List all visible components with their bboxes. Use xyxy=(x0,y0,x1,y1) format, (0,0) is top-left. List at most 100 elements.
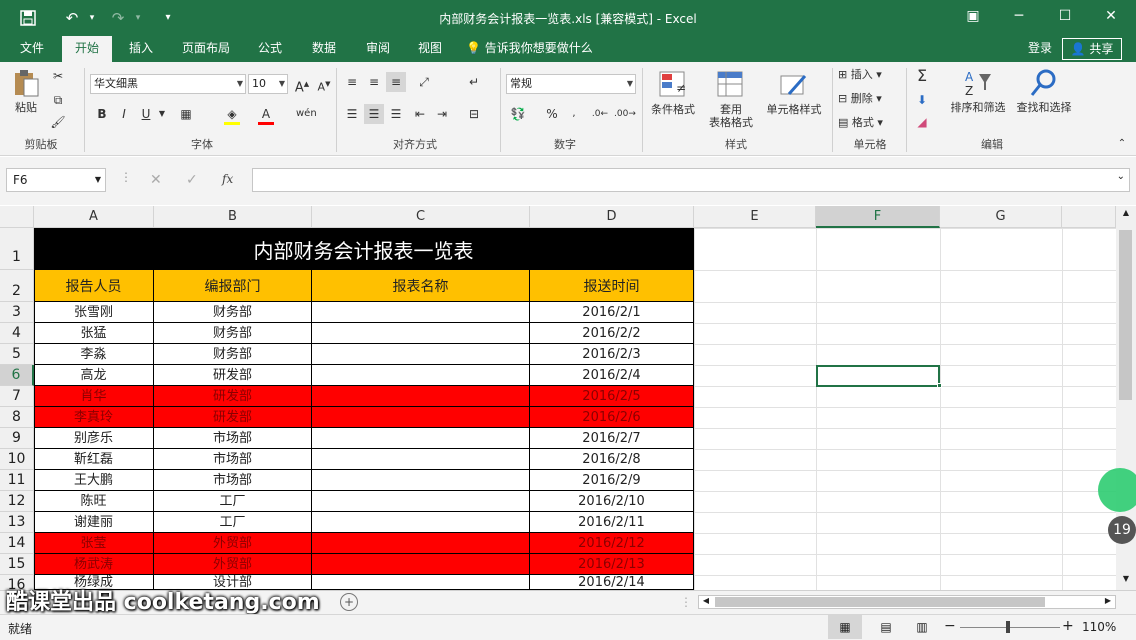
comma-icon[interactable]: , xyxy=(564,104,584,124)
column-header-a[interactable]: A xyxy=(34,206,154,228)
increase-indent-icon[interactable]: ⇥ xyxy=(432,104,452,124)
row-header-11[interactable]: 11 xyxy=(0,470,34,491)
insert-function-icon[interactable]: fx xyxy=(222,172,233,186)
header-cell[interactable]: 报告人员 xyxy=(34,270,154,302)
row-header-4[interactable]: 4 xyxy=(0,323,34,344)
fill-handle[interactable] xyxy=(937,383,942,388)
table-cell-date[interactable]: 2016/2/9 xyxy=(530,470,694,491)
paste-button[interactable]: 粘贴 xyxy=(6,68,46,128)
table-cell-report[interactable] xyxy=(312,428,530,449)
page-break-view-icon[interactable]: ▥ xyxy=(908,615,936,639)
table-cell-dept[interactable]: 财务部 xyxy=(154,302,312,323)
tab-page-layout[interactable]: 页面布局 xyxy=(172,36,240,62)
table-cell-dept[interactable]: 工厂 xyxy=(154,512,312,533)
table-cell-name[interactable]: 张莹 xyxy=(34,533,154,554)
select-all-corner[interactable] xyxy=(0,206,34,228)
align-bottom-icon[interactable]: ≡ xyxy=(386,72,406,92)
zoom-slider-thumb[interactable] xyxy=(1006,621,1010,633)
column-header-e[interactable]: E xyxy=(694,206,816,228)
table-cell-dept[interactable]: 工厂 xyxy=(154,491,312,512)
table-cell-dept[interactable]: 研发部 xyxy=(154,365,312,386)
table-cell-name[interactable]: 王大鹏 xyxy=(34,470,154,491)
font-name-select[interactable]: 华文细黑 ▼ xyxy=(90,74,246,94)
table-cell-name[interactable]: 陈旺 xyxy=(34,491,154,512)
cut-icon[interactable]: ✂ xyxy=(48,66,68,86)
table-cell-dept[interactable]: 市场部 xyxy=(154,470,312,491)
autosum-icon[interactable]: Σ xyxy=(912,66,932,86)
table-cell-report[interactable] xyxy=(312,344,530,365)
delete-cells-button[interactable]: ⊟ 删除 ▾ xyxy=(838,92,900,105)
italic-button[interactable]: I xyxy=(114,104,134,124)
minimize-icon[interactable]: ─ xyxy=(996,0,1042,32)
table-cell-report[interactable] xyxy=(312,449,530,470)
increase-decimal-icon[interactable]: .0← xyxy=(590,104,610,124)
table-cell-report[interactable] xyxy=(312,323,530,344)
row-header-5[interactable]: 5 xyxy=(0,344,34,365)
add-sheet-icon[interactable]: + xyxy=(340,593,358,611)
header-cell[interactable]: 报送时间 xyxy=(530,270,694,302)
table-cell-date[interactable]: 2016/2/4 xyxy=(530,365,694,386)
table-cell-dept[interactable]: 研发部 xyxy=(154,386,312,407)
table-cell-name[interactable]: 谢建丽 xyxy=(34,512,154,533)
format-cells-button[interactable]: ▤ 格式 ▾ xyxy=(838,116,900,129)
column-header-g[interactable]: G xyxy=(940,206,1062,228)
table-cell-dept[interactable]: 财务部 xyxy=(154,323,312,344)
row-header-15[interactable]: 15 xyxy=(0,554,34,575)
insert-cells-button[interactable]: ⊞ 插入 ▾ xyxy=(838,68,900,81)
table-cell-name[interactable]: 高龙 xyxy=(34,365,154,386)
align-middle-icon[interactable]: ≡ xyxy=(364,72,384,92)
table-cell-report[interactable] xyxy=(312,407,530,428)
maximize-icon[interactable]: ☐ xyxy=(1042,0,1088,32)
copy-icon[interactable]: ⧉ xyxy=(48,90,68,110)
chevron-down-icon[interactable]: ▼ xyxy=(152,104,172,124)
table-cell-date[interactable]: 2016/2/5 xyxy=(530,386,694,407)
tell-me-box[interactable]: 💡 告诉我你想要做什么 xyxy=(466,36,606,62)
table-cell-dept[interactable]: 研发部 xyxy=(154,407,312,428)
font-color-icon[interactable]: A xyxy=(256,104,276,124)
table-cell-report[interactable] xyxy=(312,575,530,590)
sheet-title-cell[interactable]: 内部财务会计报表一览表 xyxy=(34,228,694,270)
table-cell-dept[interactable]: 市场部 xyxy=(154,449,312,470)
zoom-out-icon[interactable]: − xyxy=(944,618,956,634)
decrease-font-icon[interactable]: A▼ xyxy=(314,74,334,94)
normal-view-icon[interactable]: ▦ xyxy=(828,615,862,639)
orientation-icon[interactable]: ⤢ xyxy=(414,72,434,92)
table-cell-report[interactable] xyxy=(312,491,530,512)
table-cell-date[interactable]: 2016/2/7 xyxy=(530,428,694,449)
row-header-3[interactable]: 3 xyxy=(0,302,34,323)
font-size-select[interactable]: 10 ▼ xyxy=(248,74,288,94)
column-header-b[interactable]: B xyxy=(154,206,312,228)
close-icon[interactable]: ✕ xyxy=(1088,0,1134,32)
scroll-left-icon[interactable]: ◀ xyxy=(699,596,713,608)
header-cell[interactable]: 报表名称 xyxy=(312,270,530,302)
format-painter-icon[interactable]: 🖌 xyxy=(48,112,68,132)
find-select-button[interactable]: 查找和选择 xyxy=(1012,68,1076,114)
tab-review[interactable]: 审阅 xyxy=(354,36,402,62)
table-cell-name[interactable]: 靳红磊 xyxy=(34,449,154,470)
table-cell-report[interactable] xyxy=(312,386,530,407)
table-cell-name[interactable]: 张雪刚 xyxy=(34,302,154,323)
table-cell-name[interactable]: 李淼 xyxy=(34,344,154,365)
sort-filter-button[interactable]: AZ 排序和筛选 xyxy=(944,68,1012,114)
formula-input[interactable]: ⌄ xyxy=(252,168,1130,192)
currency-icon[interactable]: 💱 xyxy=(508,104,528,124)
cancel-icon[interactable]: ✕ xyxy=(150,172,162,188)
wrap-text-icon[interactable]: ↵ xyxy=(464,72,484,92)
table-cell-date[interactable]: 2016/2/12 xyxy=(530,533,694,554)
column-header-c[interactable]: C xyxy=(312,206,530,228)
ribbon-display-options-icon[interactable]: ▣ xyxy=(950,0,996,32)
table-cell-report[interactable] xyxy=(312,554,530,575)
format-as-table-button[interactable]: 套用 表格格式 xyxy=(702,70,760,129)
row-header-14[interactable]: 14 xyxy=(0,533,34,554)
zoom-slider-track[interactable] xyxy=(960,627,1060,628)
table-cell-report[interactable] xyxy=(312,533,530,554)
column-header-f[interactable]: F xyxy=(816,206,940,228)
percent-icon[interactable]: % xyxy=(542,104,562,124)
table-cell-name[interactable]: 张猛 xyxy=(34,323,154,344)
merge-center-icon[interactable]: ⊟ xyxy=(464,104,484,124)
scroll-right-icon[interactable]: ▶ xyxy=(1101,596,1115,608)
row-header-10[interactable]: 10 xyxy=(0,449,34,470)
table-cell-report[interactable] xyxy=(312,470,530,491)
scroll-up-icon[interactable]: ▲ xyxy=(1118,208,1134,222)
align-right-icon[interactable]: ☰ xyxy=(386,104,406,124)
